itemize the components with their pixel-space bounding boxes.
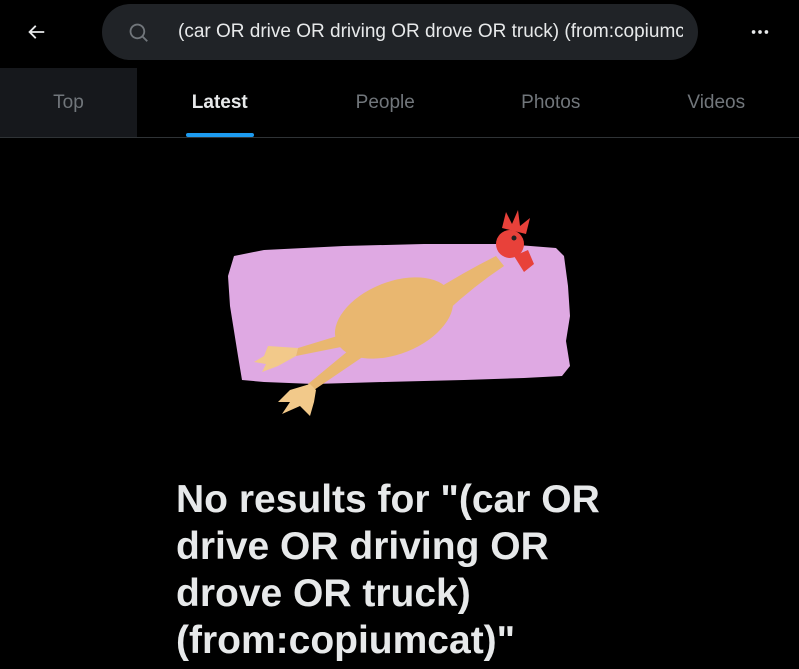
more-button[interactable] bbox=[740, 12, 780, 52]
chicken-eye bbox=[511, 235, 517, 241]
tab-label: Latest bbox=[191, 91, 248, 113]
search-input[interactable] bbox=[178, 4, 683, 60]
tab-photos[interactable]: Photos bbox=[468, 68, 634, 137]
active-tab-indicator bbox=[185, 133, 254, 137]
search-header bbox=[0, 0, 799, 68]
tab-label: Top bbox=[53, 91, 84, 113]
tab-label: Photos bbox=[521, 91, 581, 113]
search-tabs: Top Latest People Photos Videos bbox=[0, 68, 799, 138]
tab-top[interactable]: Top bbox=[0, 68, 137, 137]
chicken-foot-lower bbox=[278, 384, 316, 416]
arrow-left-icon bbox=[28, 25, 45, 39]
search-box[interactable] bbox=[102, 4, 698, 60]
tab-videos[interactable]: Videos bbox=[634, 68, 799, 137]
rubber-chicken-illustration bbox=[228, 210, 570, 416]
more-horizontal-icon bbox=[751, 30, 769, 34]
back-button[interactable] bbox=[16, 12, 56, 52]
empty-state-title: No results for "(car OR drive OR driving… bbox=[176, 478, 600, 662]
tab-label: People bbox=[355, 91, 415, 113]
search-icon bbox=[129, 23, 148, 42]
tab-latest[interactable]: Latest bbox=[137, 68, 303, 137]
chicken-comb bbox=[502, 210, 530, 234]
tab-people[interactable]: People bbox=[303, 68, 469, 137]
tab-label: Videos bbox=[687, 91, 746, 113]
